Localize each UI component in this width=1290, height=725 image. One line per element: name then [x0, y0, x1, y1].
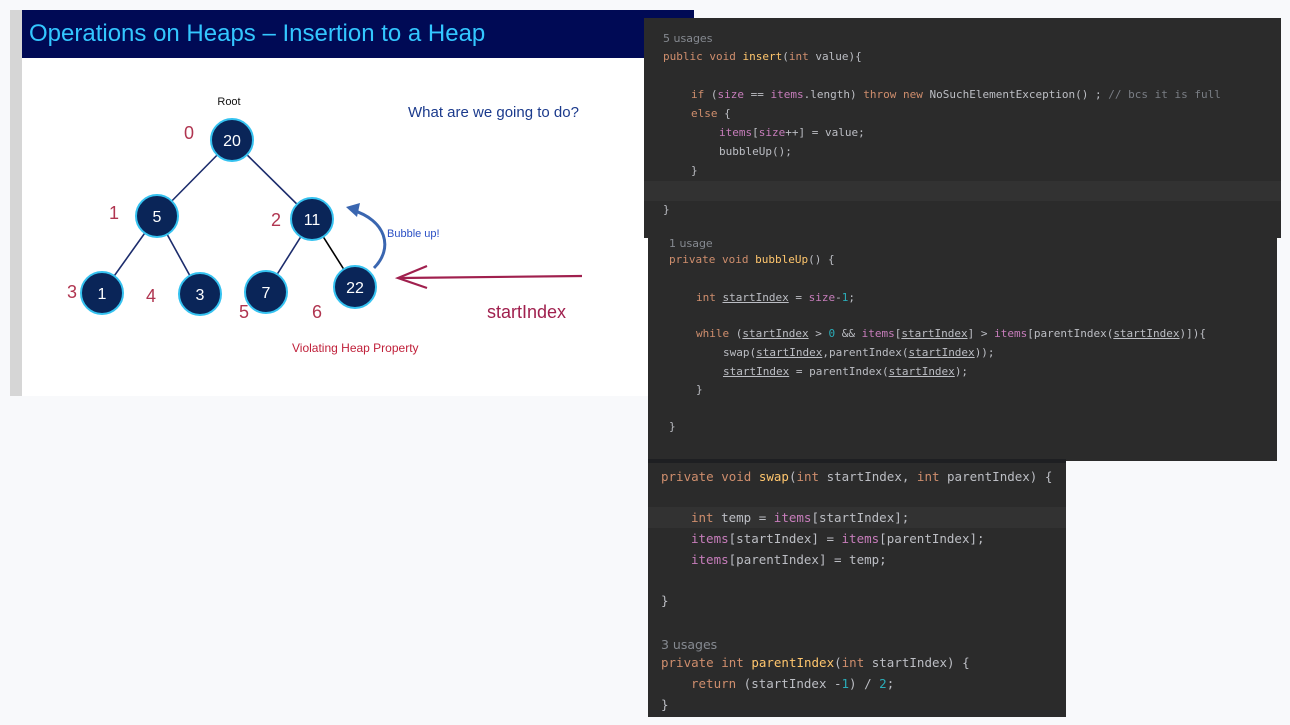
code-line: else { [691, 107, 731, 120]
code-line: items[size++] = value; [719, 126, 865, 139]
code-line: bubbleUp(); [719, 145, 792, 158]
usage-hint: 5 usages [663, 32, 713, 45]
code-line: items[parentIndex] = temp; [691, 552, 887, 567]
node-label: 7 [262, 285, 271, 302]
code-line: int startIndex = size-1; [696, 291, 855, 304]
code-line: items[startIndex] = items[parentIndex]; [691, 531, 985, 546]
start-index-label: startIndex [487, 302, 566, 322]
node-label: 1 [98, 286, 107, 303]
start-index-arrow [399, 274, 583, 280]
code-line: public void insert(int value){ [663, 50, 862, 63]
code-line: private void bubbleUp() { [669, 253, 835, 266]
code-line: } [691, 164, 698, 177]
code-line: private void swap(int startIndex, int pa… [661, 469, 1053, 484]
root-label: Root [217, 96, 240, 108]
index-label: 4 [146, 286, 156, 306]
panel-top-strip [648, 459, 1066, 463]
code-line: return (startIndex -1) / 2; [691, 676, 895, 691]
node-label: 22 [346, 280, 364, 297]
index-label: 0 [184, 123, 194, 143]
index-label: 5 [239, 302, 249, 322]
node-label: 20 [223, 133, 241, 150]
usage-hint: 3 usages [661, 637, 718, 652]
code-line: } [661, 697, 669, 712]
index-label: 2 [271, 210, 281, 230]
code-line: } [663, 203, 670, 216]
code-line: } [696, 383, 703, 396]
index-label: 6 [312, 302, 322, 322]
index-label: 1 [109, 203, 119, 223]
index-label: 3 [67, 282, 77, 302]
caret-line-highlight [644, 181, 1281, 201]
code-line: int temp = items[startIndex]; [691, 510, 910, 525]
node-label: 5 [153, 209, 162, 226]
heap-diagram: 20 5 11 1 3 7 22 0 1 2 3 4 5 6 Root What… [67, 96, 583, 355]
code-panel-insert: 5 usages public void insert(int value){ … [644, 18, 1281, 238]
bubble-up-label: Bubble up! [387, 228, 440, 240]
question-text: What are we going to do? [408, 104, 579, 121]
node-label: 3 [196, 287, 205, 304]
code-panel-swap: private void swap(int startIndex, int pa… [648, 459, 1066, 717]
code-panel-bubble-up: 1 usage private void bubbleUp() { int st… [648, 235, 1277, 461]
code-line: swap(startIndex,parentIndex(startIndex))… [723, 346, 995, 359]
code-line: startIndex = parentIndex(startIndex); [723, 365, 969, 378]
code-line: } [661, 593, 669, 608]
slide: Operations on Heaps – Insertion to a Hea… [10, 10, 694, 396]
violating-label: Violating Heap Property [292, 341, 419, 355]
code-line: while (startIndex > 0 && items[startInde… [696, 327, 1207, 340]
usage-hint: 1 usage [669, 237, 713, 250]
node-label: 11 [304, 212, 321, 229]
bubble-up-arrow [351, 208, 387, 270]
bubble-up-arrowhead [346, 203, 360, 217]
code-line: } [669, 420, 676, 433]
code-line: if (size == items.length) throw new NoSu… [691, 88, 1221, 101]
code-line: private int parentIndex(int startIndex) … [661, 655, 970, 670]
